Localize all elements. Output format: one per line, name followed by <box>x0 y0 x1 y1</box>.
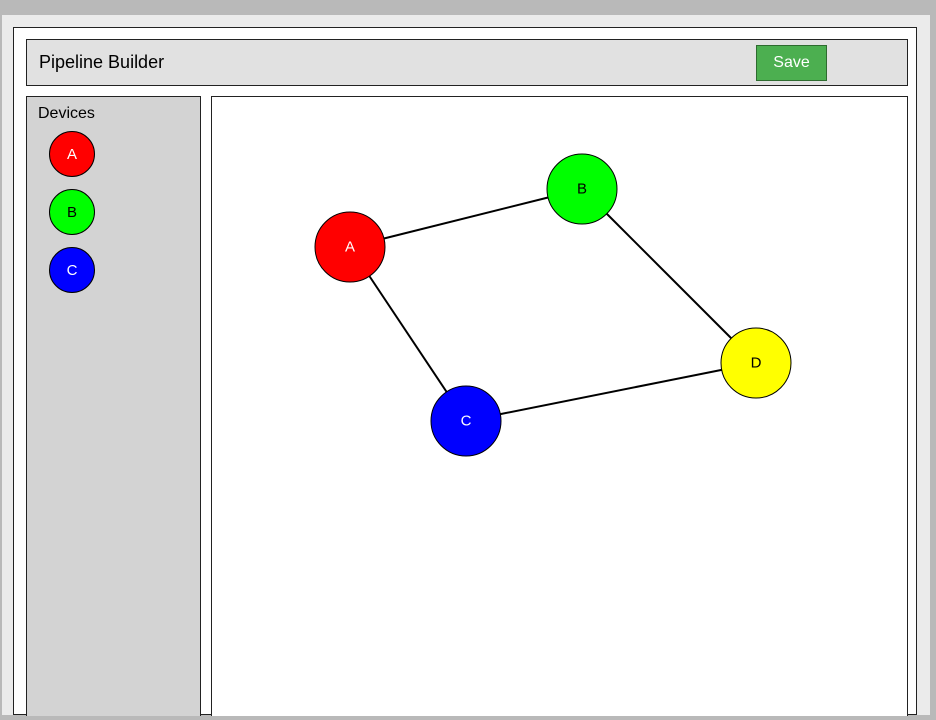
device-item-c[interactable]: C <box>49 247 95 293</box>
app-title: Pipeline Builder <box>39 52 165 72</box>
node-label: B <box>577 181 587 198</box>
device-item-label: B <box>66 203 77 221</box>
node-d[interactable]: D <box>720 327 792 399</box>
device-palette: Devices A B C <box>26 96 201 716</box>
edge-a-b[interactable] <box>383 196 549 240</box>
edge-a-c[interactable] <box>368 275 448 393</box>
save-button[interactable]: Save <box>756 45 827 81</box>
edge-c-d[interactable] <box>500 368 722 416</box>
node-c[interactable]: C <box>430 385 502 457</box>
header-bar: Pipeline Builder Save <box>26 39 908 86</box>
node-a[interactable]: A <box>314 211 386 283</box>
device-item-label: C <box>66 261 78 279</box>
node-b[interactable]: B <box>546 153 618 225</box>
node-label: D <box>751 355 762 372</box>
device-item-a[interactable]: A <box>49 131 95 177</box>
app-window: Pipeline Builder Save Devices A B C A B C D <box>13 27 917 716</box>
device-item-b[interactable]: B <box>49 189 95 235</box>
node-label: C <box>461 413 472 430</box>
device-palette-title: Devices <box>38 105 95 122</box>
pipeline-graph: A B C D <box>314 153 792 457</box>
device-item-label: A <box>66 145 77 163</box>
node-label: A <box>345 239 355 256</box>
edge-b-d[interactable] <box>606 213 732 339</box>
pipeline-canvas[interactable]: A B C D <box>211 96 908 716</box>
